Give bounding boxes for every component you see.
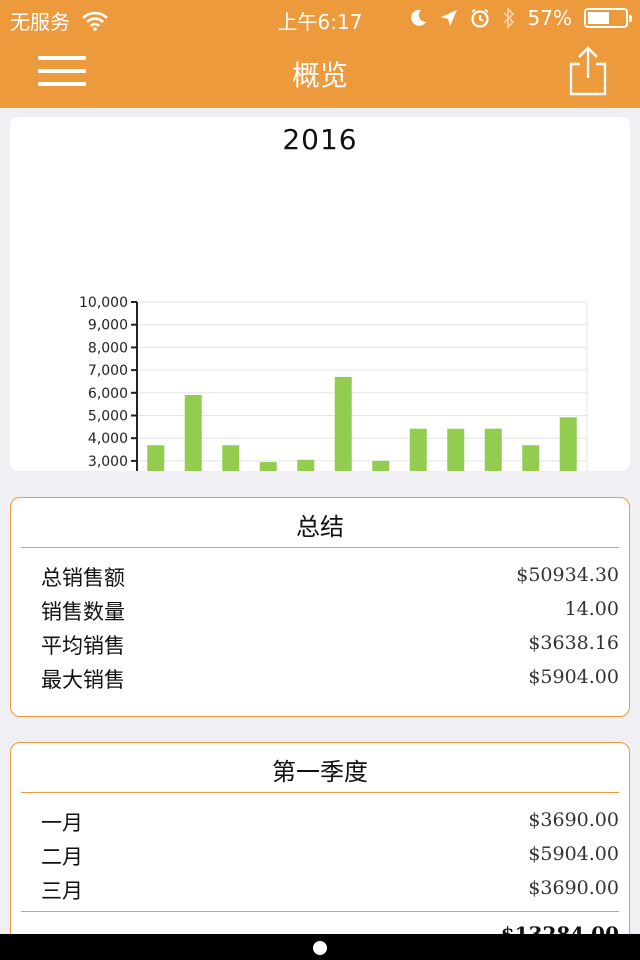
chart-bar bbox=[222, 445, 240, 471]
summary-card: 总结 总销售额 $50934.30 销售数量 14.00 平均销售 $3638.16 最大销… bbox=[10, 497, 630, 717]
row-label: 三月 bbox=[41, 879, 83, 903]
list-item: 销售数量 14.00 bbox=[21, 592, 619, 626]
list-item: 最大销售 $5904.00 bbox=[21, 660, 619, 694]
list-item: 一月 $3690.00 bbox=[21, 803, 619, 837]
y-tick-label: 6,000 bbox=[88, 386, 128, 402]
app-header: 无服务 上午6:17 57% 概览 bbox=[0, 0, 640, 108]
home-bar bbox=[0, 934, 640, 960]
row-value: $3690.00 bbox=[528, 809, 619, 831]
y-tick-label: 3,000 bbox=[88, 454, 128, 470]
page-title: 概览 bbox=[291, 59, 348, 92]
list-item: 平均销售 $3638.16 bbox=[21, 626, 619, 660]
chart-bar bbox=[259, 462, 277, 471]
row-label: 二月 bbox=[41, 845, 83, 869]
row-label: 一月 bbox=[41, 811, 83, 835]
moon-icon bbox=[410, 9, 426, 26]
battery-percent: 57% bbox=[527, 6, 572, 30]
row-value: $3690.00 bbox=[528, 877, 619, 899]
y-tick-label: 4,000 bbox=[88, 431, 128, 447]
chart-bar bbox=[559, 417, 577, 471]
row-value: 14.00 bbox=[564, 598, 619, 620]
chart-bar bbox=[184, 394, 202, 471]
monthly-sales-chart: 1,0002,0003,0004,0005,0006,0007,0008,000… bbox=[79, 295, 588, 471]
y-tick-label: 9,000 bbox=[88, 318, 128, 334]
nav-bar: 概览 bbox=[0, 36, 640, 108]
row-label: 销售数量 bbox=[41, 600, 125, 624]
battery-fill bbox=[588, 12, 609, 24]
summary-title: 总结 bbox=[21, 498, 619, 548]
status-bar: 无服务 上午6:17 57% bbox=[0, 0, 640, 36]
list-item: 二月 $5904.00 bbox=[21, 837, 619, 871]
chart-bar bbox=[484, 428, 502, 471]
share-icon[interactable] bbox=[566, 46, 610, 96]
row-label: 平均销售 bbox=[41, 634, 125, 658]
row-value: $5904.00 bbox=[528, 666, 619, 688]
q1-title: 第一季度 bbox=[21, 743, 619, 793]
row-value: $3638.16 bbox=[528, 632, 619, 654]
list-item: 三月 $3690.00 bbox=[21, 871, 619, 905]
chart-card: 2016 1,0002,0003,0004,0005,0006,0007,000… bbox=[10, 117, 630, 471]
q1-rows: 一月 $3690.00 二月 $5904.00 三月 $3690.00 bbox=[11, 793, 629, 905]
chart-bar bbox=[447, 428, 465, 471]
y-tick-label: 5,000 bbox=[88, 409, 128, 425]
chart-bar bbox=[409, 428, 427, 471]
y-tick-label: 10,000 bbox=[79, 295, 128, 311]
chart-bar bbox=[147, 445, 165, 471]
battery-icon bbox=[584, 8, 632, 28]
summary-rows: 总销售额 $50934.30 销售数量 14.00 平均销售 $3638.16 最大销售 $5… bbox=[11, 548, 629, 694]
row-label: 总销售额 bbox=[41, 566, 125, 590]
location-arrow-icon bbox=[440, 10, 457, 26]
bluetooth-icon bbox=[502, 7, 514, 29]
chart-bar bbox=[334, 376, 352, 471]
alarm-icon bbox=[470, 8, 489, 28]
chart-bar bbox=[297, 459, 315, 471]
chart-bar bbox=[372, 460, 390, 471]
row-value: $50934.30 bbox=[516, 564, 619, 586]
row-label: 最大销售 bbox=[41, 668, 125, 692]
y-tick-label: 7,000 bbox=[88, 363, 128, 379]
chart-bar bbox=[522, 445, 540, 471]
home-indicator[interactable] bbox=[313, 941, 327, 955]
y-tick-label: 8,000 bbox=[88, 340, 128, 356]
q1-card: 第一季度 一月$3690.00二月$5904.00三月$3690.00 $132… bbox=[10, 742, 630, 960]
list-item: 总销售额 $50934.30 bbox=[21, 558, 619, 592]
row-value: $5904.00 bbox=[528, 843, 619, 865]
